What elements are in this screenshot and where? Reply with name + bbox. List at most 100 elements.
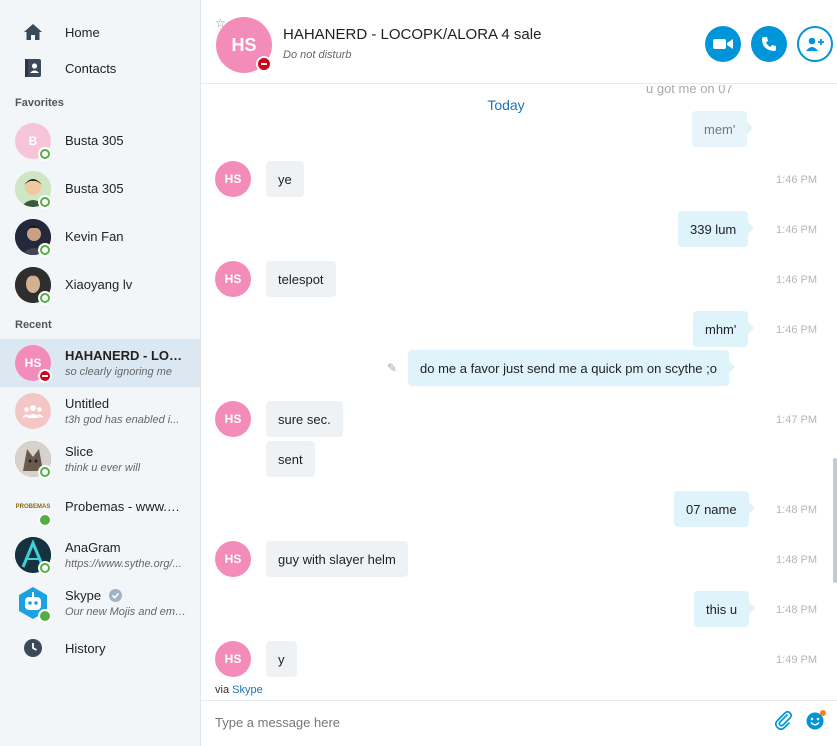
- message-text: ye: [278, 171, 292, 187]
- incoming-message[interactable]: telespot: [266, 261, 336, 297]
- outgoing-message[interactable]: 339 lum: [678, 211, 755, 247]
- recent-heading: Recent: [15, 319, 52, 331]
- avatar-initials: HS: [224, 652, 242, 666]
- message-time: 1:48 PM: [776, 604, 817, 616]
- contact-name: Slice: [65, 444, 94, 459]
- outgoing-message[interactable]: this u: [694, 591, 756, 627]
- contact-item[interactable]: Busta 305: [0, 165, 200, 213]
- chat-scrollbar[interactable]: [833, 458, 837, 583]
- message-time: 1:46 PM: [776, 324, 817, 336]
- sender-avatar[interactable]: HS: [215, 161, 251, 197]
- contact-item[interactable]: PROBEMAS Probemas - www.probemas.com: [0, 483, 200, 531]
- incoming-message[interactable]: y: [266, 641, 297, 677]
- sidebar: Home Contacts Favorites B Busta 305 Bust…: [0, 0, 201, 746]
- attach-file-button[interactable]: [772, 709, 794, 731]
- message-time: 1:48 PM: [776, 554, 817, 566]
- contact-item[interactable]: B Busta 305: [0, 117, 200, 165]
- do-not-disturb-icon: [256, 56, 272, 72]
- outgoing-message[interactable]: 07 name: [674, 491, 755, 527]
- conversation-status: Do not disturb: [283, 49, 352, 61]
- message-text: guy with slayer helm: [278, 551, 396, 567]
- contact-name: Skype: [65, 588, 102, 603]
- nav-home-label: Home: [65, 24, 100, 40]
- incoming-message[interactable]: sent: [266, 441, 315, 477]
- contact-item[interactable]: Xiaoyang lv: [0, 261, 200, 309]
- favorites-heading: Favorites: [15, 97, 64, 109]
- message-text: mhm': [705, 321, 737, 337]
- sender-avatar[interactable]: HS: [215, 641, 251, 677]
- logo-text: PROBEMAS: [15, 504, 51, 510]
- message-time: 1:48 PM: [776, 504, 817, 516]
- contact-name: Probemas - www.probemas.com: [65, 499, 187, 514]
- online-status-icon: [38, 465, 52, 479]
- online-status-icon: [38, 195, 52, 209]
- do-not-disturb-icon: [38, 369, 52, 383]
- contact-item[interactable]: Untitled t3h god has enabled i...: [0, 387, 200, 435]
- group-icon: [22, 405, 44, 418]
- message-text: 07 name: [686, 501, 737, 517]
- outgoing-message[interactable]: do me a favor just send me a quick pm on…: [408, 350, 735, 386]
- home-icon: [22, 21, 44, 43]
- sender-avatar[interactable]: HS: [215, 541, 251, 577]
- video-call-button[interactable]: [705, 26, 741, 62]
- online-status-icon: [38, 609, 52, 623]
- message-text: sent: [278, 451, 303, 467]
- avatar-initials: B: [28, 134, 38, 148]
- sender-avatar[interactable]: HS: [215, 401, 251, 437]
- via-skype-link[interactable]: Skype: [232, 684, 263, 696]
- conversation-title[interactable]: HAHANERD - LOCOPK/ALORA 4 sale: [283, 26, 541, 43]
- favorite-star-icon[interactable]: ☆: [215, 16, 226, 30]
- incoming-message[interactable]: sure sec.: [266, 401, 343, 437]
- outgoing-message[interactable]: mhm': [693, 311, 755, 347]
- contact-last-message: think u ever will: [65, 462, 141, 474]
- incoming-message[interactable]: ye: [266, 161, 304, 197]
- contact-last-message: https://www.sythe.org/...: [65, 558, 182, 570]
- online-status-icon: [38, 243, 52, 257]
- avatar-initials: HS: [224, 172, 242, 186]
- phone-icon: [762, 37, 776, 51]
- via-prefix: via: [215, 684, 230, 696]
- message-text: mem': [704, 121, 736, 137]
- nav-contacts[interactable]: Contacts: [0, 50, 200, 86]
- contact-item[interactable]: AnaGram https://www.sythe.org/...: [0, 531, 200, 579]
- sender-avatar[interactable]: HS: [215, 261, 251, 297]
- verified-icon: [109, 589, 122, 602]
- contacts-icon: [22, 57, 44, 79]
- message-text: 339 lum: [690, 221, 737, 237]
- message-time: 1:49 PM: [776, 654, 817, 666]
- nav-contacts-label: Contacts: [65, 60, 117, 76]
- contact-item[interactable]: Skype Our new Mojis and emoticons: [0, 579, 200, 627]
- contact-name: Xiaoyang lv: [65, 277, 133, 292]
- add-person-icon: [806, 37, 824, 51]
- online-status-icon: [38, 513, 52, 527]
- contact-item[interactable]: Kevin Fan: [0, 213, 200, 261]
- group-avatar: [15, 393, 51, 429]
- contact-last-message: Our new Mojis and emoticons: [65, 606, 187, 618]
- conversation-header: HS ☆ HAHANERD - LOCOPK/ALORA 4 sale Do n…: [201, 0, 837, 84]
- message-time: 1:47 PM: [776, 414, 817, 426]
- avatar-initials: HS: [24, 356, 42, 370]
- avatar-initials: HS: [231, 34, 257, 55]
- audio-call-button[interactable]: [751, 26, 787, 62]
- nav-home[interactable]: Home: [0, 14, 200, 50]
- nav-history-label: History: [65, 640, 106, 656]
- history-clock-icon: [22, 637, 44, 659]
- edited-pencil-icon: ✎: [387, 361, 398, 375]
- contact-item-active[interactable]: HS HAHANERD - LOCOPK/ALORA 4 sale so cle…: [0, 339, 200, 387]
- message-composer: [201, 700, 837, 746]
- emoji-button[interactable]: [805, 709, 827, 731]
- message-text: this u: [706, 601, 738, 617]
- online-status-icon: [38, 147, 52, 161]
- message-input[interactable]: [215, 709, 755, 735]
- faded-message-bubble: mem': [692, 111, 754, 147]
- contact-item[interactable]: Slice think u ever will: [0, 435, 200, 483]
- contact-last-message: so clearly ignoring me: [65, 366, 172, 378]
- contact-last-message: t3h god has enabled i...: [65, 414, 180, 426]
- incoming-message[interactable]: guy with slayer helm: [266, 541, 408, 577]
- message-text: do me a favor just send me a quick pm on…: [420, 360, 717, 376]
- contact-name: HAHANERD - LOCOPK/ALORA 4 sale: [65, 348, 187, 363]
- nav-history[interactable]: History: [0, 630, 200, 666]
- message-list[interactable]: u got me on 07 Today mem' HS ye 1:46 PM …: [201, 85, 837, 680]
- contact-name: Kevin Fan: [65, 229, 124, 244]
- add-participant-button[interactable]: [797, 26, 833, 62]
